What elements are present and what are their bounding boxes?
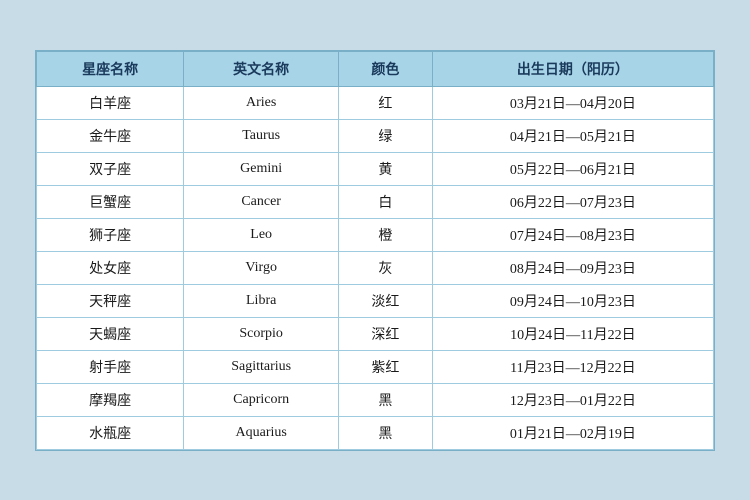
cell-chinese-name: 射手座 xyxy=(37,350,184,383)
cell-color: 黑 xyxy=(339,383,433,416)
cell-date: 07月24日—08月23日 xyxy=(432,218,713,251)
cell-color: 黑 xyxy=(339,416,433,449)
cell-date: 12月23日—01月22日 xyxy=(432,383,713,416)
cell-chinese-name: 双子座 xyxy=(37,152,184,185)
cell-chinese-name: 天秤座 xyxy=(37,284,184,317)
cell-english-name: Gemini xyxy=(184,152,339,185)
cell-chinese-name: 狮子座 xyxy=(37,218,184,251)
table-row: 处女座Virgo灰08月24日—09月23日 xyxy=(37,251,714,284)
table-header-row: 星座名称 英文名称 颜色 出生日期（阳历） xyxy=(37,51,714,86)
cell-color: 淡红 xyxy=(339,284,433,317)
cell-date: 06月22日—07月23日 xyxy=(432,185,713,218)
table-row: 白羊座Aries红03月21日—04月20日 xyxy=(37,86,714,119)
cell-chinese-name: 白羊座 xyxy=(37,86,184,119)
cell-chinese-name: 巨蟹座 xyxy=(37,185,184,218)
cell-color: 紫红 xyxy=(339,350,433,383)
cell-chinese-name: 摩羯座 xyxy=(37,383,184,416)
cell-chinese-name: 处女座 xyxy=(37,251,184,284)
col-header-color: 颜色 xyxy=(339,51,433,86)
cell-english-name: Sagittarius xyxy=(184,350,339,383)
cell-chinese-name: 水瓶座 xyxy=(37,416,184,449)
cell-color: 灰 xyxy=(339,251,433,284)
cell-english-name: Aries xyxy=(184,86,339,119)
cell-date: 09月24日—10月23日 xyxy=(432,284,713,317)
table-row: 摩羯座Capricorn黑12月23日—01月22日 xyxy=(37,383,714,416)
cell-english-name: Aquarius xyxy=(184,416,339,449)
table-row: 天秤座Libra淡红09月24日—10月23日 xyxy=(37,284,714,317)
zodiac-table: 星座名称 英文名称 颜色 出生日期（阳历） 白羊座Aries红03月21日—04… xyxy=(36,51,714,450)
table-row: 水瓶座Aquarius黑01月21日—02月19日 xyxy=(37,416,714,449)
table-row: 射手座Sagittarius紫红11月23日—12月22日 xyxy=(37,350,714,383)
cell-date: 01月21日—02月19日 xyxy=(432,416,713,449)
zodiac-table-container: 星座名称 英文名称 颜色 出生日期（阳历） 白羊座Aries红03月21日—04… xyxy=(35,50,715,451)
cell-color: 红 xyxy=(339,86,433,119)
cell-english-name: Scorpio xyxy=(184,317,339,350)
cell-color: 橙 xyxy=(339,218,433,251)
cell-english-name: Capricorn xyxy=(184,383,339,416)
cell-english-name: Libra xyxy=(184,284,339,317)
cell-chinese-name: 金牛座 xyxy=(37,119,184,152)
cell-english-name: Virgo xyxy=(184,251,339,284)
cell-color: 白 xyxy=(339,185,433,218)
cell-date: 04月21日—05月21日 xyxy=(432,119,713,152)
col-header-english: 英文名称 xyxy=(184,51,339,86)
cell-color: 绿 xyxy=(339,119,433,152)
cell-english-name: Leo xyxy=(184,218,339,251)
cell-color: 黄 xyxy=(339,152,433,185)
cell-english-name: Taurus xyxy=(184,119,339,152)
cell-date: 08月24日—09月23日 xyxy=(432,251,713,284)
cell-color: 深红 xyxy=(339,317,433,350)
cell-date: 11月23日—12月22日 xyxy=(432,350,713,383)
cell-chinese-name: 天蝎座 xyxy=(37,317,184,350)
cell-date: 05月22日—06月21日 xyxy=(432,152,713,185)
table-row: 狮子座Leo橙07月24日—08月23日 xyxy=(37,218,714,251)
table-row: 巨蟹座Cancer白06月22日—07月23日 xyxy=(37,185,714,218)
cell-english-name: Cancer xyxy=(184,185,339,218)
table-row: 金牛座Taurus绿04月21日—05月21日 xyxy=(37,119,714,152)
cell-date: 03月21日—04月20日 xyxy=(432,86,713,119)
col-header-date: 出生日期（阳历） xyxy=(432,51,713,86)
table-row: 天蝎座Scorpio深红10月24日—11月22日 xyxy=(37,317,714,350)
table-body: 白羊座Aries红03月21日—04月20日金牛座Taurus绿04月21日—0… xyxy=(37,86,714,449)
table-row: 双子座Gemini黄05月22日—06月21日 xyxy=(37,152,714,185)
cell-date: 10月24日—11月22日 xyxy=(432,317,713,350)
col-header-chinese: 星座名称 xyxy=(37,51,184,86)
